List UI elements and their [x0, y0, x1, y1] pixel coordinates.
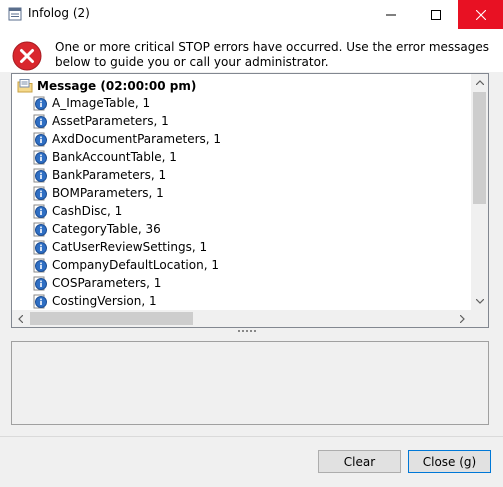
maximize-button[interactable] — [413, 0, 458, 29]
error-message: One or more critical STOP errors have oc… — [55, 40, 490, 69]
scroll-corner — [471, 310, 488, 327]
scroll-left-button[interactable] — [12, 310, 29, 327]
tree-item-label: CashDisc, 1 — [52, 204, 123, 218]
close-icon — [475, 9, 486, 20]
horizontal-scroll-thumb[interactable] — [30, 312, 193, 325]
maximize-icon — [430, 9, 441, 20]
scroll-right-button[interactable] — [454, 310, 471, 327]
tree-item[interactable]: BankParameters, 1 — [32, 166, 166, 184]
info-icon — [33, 276, 47, 291]
tree-item-label: CatUserReviewSettings, 1 — [52, 240, 208, 254]
horizontal-scrollbar[interactable] — [12, 310, 471, 327]
tree-item-label: CompanyDefaultLocation, 1 — [52, 258, 219, 272]
info-icon — [33, 150, 47, 165]
close-window-button[interactable] — [458, 0, 503, 29]
message-tree[interactable]: Message (02:00:00 pm) A_ImageTable, 1 Ass… — [11, 73, 489, 328]
vertical-scrollbar[interactable] — [471, 74, 488, 310]
tree-item-label: CategoryTable, 36 — [52, 222, 161, 236]
minimize-icon — [385, 14, 396, 15]
tree-item[interactable]: CatUserReviewSettings, 1 — [32, 238, 207, 256]
info-icon — [33, 114, 47, 129]
tree-item-label: BOMParameters, 1 — [52, 186, 164, 200]
tree-item[interactable]: A_ImageTable, 1 — [32, 94, 150, 112]
tree-root-label: Message (02:00:00 pm) — [37, 79, 197, 93]
vertical-scroll-thumb[interactable] — [473, 92, 486, 204]
title-bar[interactable]: Infolog (2) — [0, 0, 503, 29]
info-icon — [33, 132, 47, 147]
info-icon — [33, 168, 47, 183]
tree-item[interactable]: CategoryTable, 36 — [32, 220, 161, 238]
scroll-down-button[interactable] — [471, 293, 488, 310]
info-icon — [33, 186, 47, 201]
tree-root-node[interactable]: Message (02:00:00 pm) — [17, 78, 196, 94]
stop-error-icon — [12, 41, 42, 71]
footer-divider — [0, 436, 503, 437]
infolog-window: Infolog (2) One or more critical STOP er… — [0, 0, 503, 487]
tree-item-label: AxdDocumentParameters, 1 — [52, 132, 222, 146]
tree-item-label: CostingVersion, 1 — [52, 294, 157, 308]
window-title: Infolog (2) — [28, 6, 90, 20]
chevron-left-icon — [18, 314, 23, 323]
tree-item[interactable]: CompanyDefaultLocation, 1 — [32, 256, 219, 274]
tree-item-label: AssetParameters, 1 — [52, 114, 169, 128]
clear-button[interactable]: Clear — [318, 450, 401, 473]
message-folder-icon — [17, 79, 33, 93]
close-button-label: Close (g) — [422, 454, 477, 469]
tree-item-label: COSParameters, 1 — [52, 276, 162, 290]
tree-item[interactable]: CashDisc, 1 — [32, 202, 122, 220]
tree-item-label: BankParameters, 1 — [52, 168, 167, 182]
tree-item[interactable]: BOMParameters, 1 — [32, 184, 164, 202]
splitter-grip[interactable] — [238, 330, 256, 332]
chevron-right-icon — [460, 314, 465, 323]
close-button[interactable]: Close (g) — [408, 450, 491, 473]
info-icon — [33, 294, 47, 309]
chevron-down-icon — [475, 299, 484, 304]
info-icon — [33, 96, 47, 111]
infolog-icon — [8, 7, 22, 21]
info-icon — [33, 204, 47, 219]
info-icon — [33, 222, 47, 237]
message-detail-pane — [11, 341, 489, 425]
scroll-up-button[interactable] — [471, 74, 488, 91]
tree-item[interactable]: COSParameters, 1 — [32, 274, 161, 292]
tree-item[interactable]: AssetParameters, 1 — [32, 112, 169, 130]
tree-item[interactable]: AxdDocumentParameters, 1 — [32, 130, 221, 148]
chevron-up-icon — [475, 80, 484, 85]
info-icon — [33, 240, 47, 255]
tree-item[interactable]: CostingVersion, 1 — [32, 292, 157, 310]
minimize-button[interactable] — [368, 0, 413, 29]
info-icon — [33, 258, 47, 273]
tree-item-label: A_ImageTable, 1 — [52, 96, 151, 110]
tree-item-label: BankAccountTable, 1 — [52, 150, 177, 164]
tree-item[interactable]: BankAccountTable, 1 — [32, 148, 177, 166]
